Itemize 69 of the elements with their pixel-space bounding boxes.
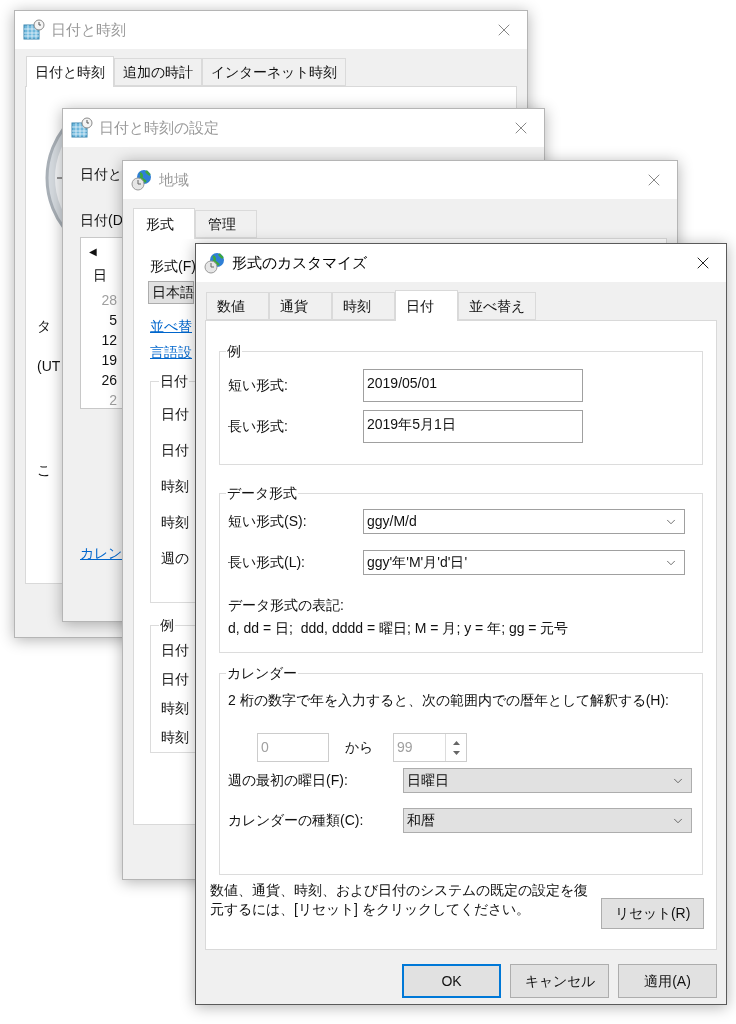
date-label: 日付(D <box>80 211 123 230</box>
field-label: 日付 <box>161 670 189 689</box>
calendar-day[interactable]: 19 <box>101 350 117 370</box>
format-dropdown[interactable]: 日本語 <box>148 281 194 304</box>
calendar-dropdown[interactable]: 和暦 <box>403 808 692 833</box>
calendar-day[interactable]: 26 <box>101 370 117 390</box>
tab[interactable]: 通貨 <box>269 292 332 320</box>
label: こ <box>37 461 51 480</box>
heading: 日付と <box>80 165 122 184</box>
label: タ <box>37 317 51 336</box>
group-title: データ形式 <box>226 484 298 503</box>
tab[interactable]: インターネット時刻 <box>202 58 346 86</box>
calendar-link[interactable]: カレン <box>80 543 122 564</box>
field-label: 日付 <box>161 441 189 460</box>
notation-title: データ形式の表記: <box>228 596 345 615</box>
globe-clock-icon <box>204 252 226 274</box>
tab[interactable]: 形式 <box>133 208 195 239</box>
group-title: 日付 <box>159 372 189 391</box>
group-title: カレンダー <box>226 664 298 683</box>
example-field: 2019/05/01 <box>363 369 583 402</box>
tab[interactable]: 日付と時刻 <box>26 56 114 87</box>
tab[interactable]: 追加の時計 <box>114 58 202 86</box>
calendar-clock-icon <box>23 19 45 41</box>
format-combobox[interactable]: ggy'年'M'月'd'日' <box>363 550 685 575</box>
weekday-header: 日 <box>93 266 108 285</box>
range-connector: から <box>345 738 374 757</box>
previous-month-button[interactable]: ◀ <box>89 244 101 259</box>
format-label: 形式(F) <box>150 257 196 276</box>
window-title: 日付と時刻の設定 <box>99 117 219 138</box>
calendar-clock-icon <box>71 117 93 139</box>
tab[interactable]: 並べ替え <box>458 292 536 320</box>
dialog-button[interactable]: OK <box>402 964 501 998</box>
link[interactable]: 並べ替 <box>150 316 192 337</box>
dialog-button[interactable]: 適用(A) <box>618 964 717 998</box>
field-label: 時刻 <box>161 477 189 496</box>
calendar-day[interactable]: 12 <box>101 330 117 350</box>
tab[interactable]: 管理 <box>195 210 257 238</box>
link[interactable]: 言語設 <box>150 342 192 363</box>
tab[interactable]: 日付 <box>395 290 458 321</box>
calendar-description: 2 桁の数字で年を入力すると、次の範囲内での暦年として解釈する(H): <box>228 691 670 710</box>
calendar-dropdown[interactable]: 日曜日 <box>403 768 692 793</box>
dialog-button[interactable]: キャンセル <box>510 964 609 998</box>
field-label: 長い形式(L): <box>228 553 306 572</box>
group-title: 例 <box>226 342 242 361</box>
field-label: 時刻 <box>161 699 189 718</box>
field-label: カレンダーの種類(C): <box>228 811 365 830</box>
field-label: 短い形式: <box>228 376 289 395</box>
tab[interactable]: 時刻 <box>332 292 395 320</box>
notation-text: d, dd = 日; ddd, dddd = 曜日; M = 月; y = 年; gg = 元号 <box>228 619 570 638</box>
window-title: 日付と時刻 <box>51 19 126 40</box>
field-label: 日付 <box>161 641 189 660</box>
field-label: 週の <box>161 549 189 568</box>
calendar-day[interactable]: 5 <box>109 310 117 330</box>
field-label: 時刻 <box>161 513 189 532</box>
field-label: 週の最初の曜日(F): <box>228 771 349 790</box>
tab[interactable]: 数値 <box>206 292 269 320</box>
field-label: 長い形式: <box>228 417 289 436</box>
window-title: 地域 <box>159 169 189 190</box>
globe-clock-icon <box>131 169 153 191</box>
group-title: 例 <box>159 616 175 635</box>
label: (UT <box>37 357 61 376</box>
format-combobox[interactable]: ggy/M/d <box>363 509 685 534</box>
window-title: 形式のカスタマイズ <box>232 252 367 273</box>
field-label: 時刻 <box>161 728 189 747</box>
field-label: 短い形式(S): <box>228 512 308 531</box>
example-field: 2019年5月1日 <box>363 410 583 443</box>
field-label: 日付 <box>161 405 189 424</box>
reset-button[interactable]: リセット(R) <box>601 898 704 929</box>
reset-note: 数値、通貨、時刻、および日付のシステムの既定の設定を復元するには、[リセット] をクリックしてください。 <box>210 881 589 919</box>
